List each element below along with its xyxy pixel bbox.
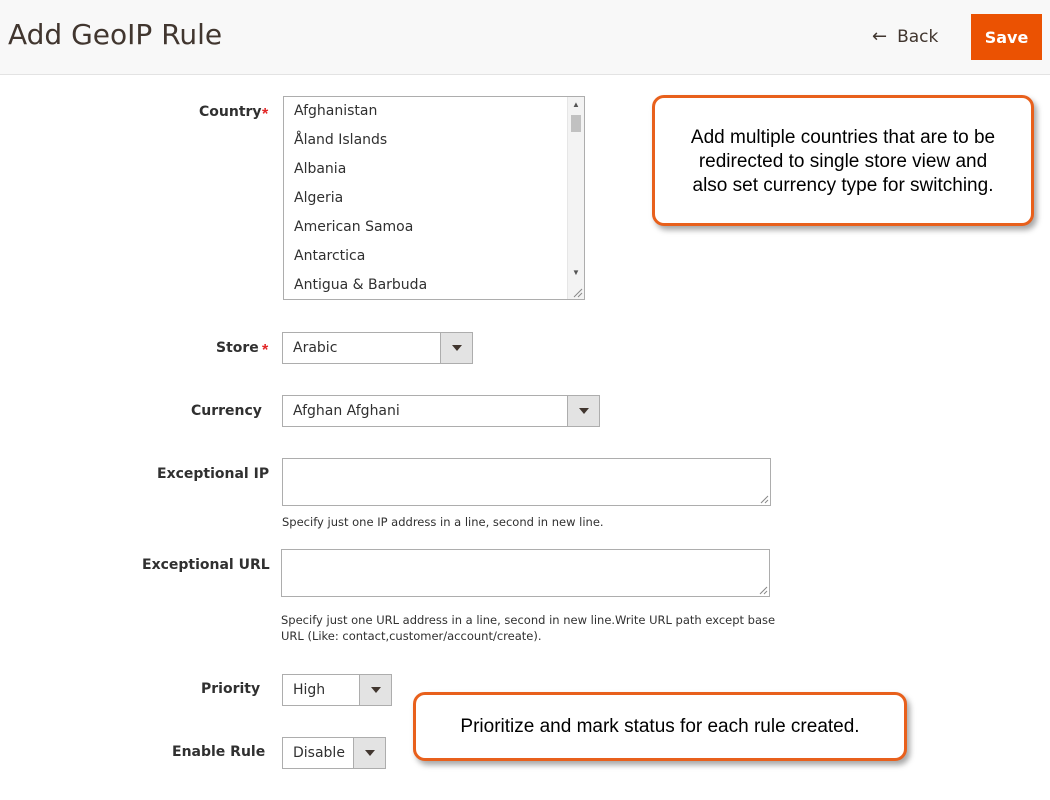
- store-label: Store: [216, 340, 259, 356]
- required-mark: *: [262, 342, 269, 359]
- enable-rule-label: Enable Rule: [172, 744, 266, 760]
- priority-label: Priority: [201, 681, 261, 697]
- page-header: Add GeoIP Rule ← Back Save: [0, 0, 1050, 75]
- chevron-down-icon: [579, 408, 589, 414]
- country-option[interactable]: Antarctica: [284, 242, 584, 271]
- page-title: Add GeoIP Rule: [8, 18, 223, 51]
- country-option[interactable]: Åland Islands: [284, 126, 584, 155]
- enable-rule-select[interactable]: Disable: [282, 737, 386, 769]
- resize-grip-icon[interactable]: [571, 286, 583, 298]
- store-value: Arabic: [293, 340, 338, 356]
- country-option[interactable]: Antigua & Barbuda: [284, 271, 584, 299]
- country-option[interactable]: Algeria: [284, 184, 584, 213]
- resize-grip-icon[interactable]: [759, 494, 769, 504]
- callout-line: also set currency type for switching.: [692, 175, 994, 196]
- country-multiselect[interactable]: Afghanistan Åland Islands Albania Algeria Am…: [283, 96, 585, 300]
- back-arrow-icon: ←: [872, 26, 888, 47]
- resize-grip-icon[interactable]: [758, 585, 768, 595]
- exceptional-url-label: Exceptional URL: [142, 557, 270, 573]
- countries-callout: Add multiple countries that are to be re…: [652, 95, 1034, 226]
- currency-value: Afghan Afghani: [293, 403, 400, 419]
- enable-rule-value: Disable: [293, 745, 345, 761]
- chevron-down-icon: [452, 345, 462, 351]
- currency-label: Currency: [191, 403, 262, 419]
- scroll-down-icon[interactable]: ▼: [568, 265, 584, 281]
- exceptional-url-textarea[interactable]: [281, 549, 770, 597]
- callout-line: Prioritize and mark status for each rule…: [460, 716, 860, 737]
- callout-line: redirected to single store view and: [698, 151, 988, 172]
- priority-value: High: [293, 682, 326, 698]
- back-button[interactable]: ← Back: [872, 26, 938, 47]
- country-scrollbar[interactable]: ▲ ▼: [567, 97, 584, 299]
- exceptional-url-note-line1: Specify just one URL address in a line, …: [281, 613, 776, 627]
- store-dropdown-button[interactable]: [440, 333, 472, 363]
- chevron-down-icon: [371, 687, 381, 693]
- scroll-thumb[interactable]: [571, 115, 581, 132]
- priority-dropdown-button[interactable]: [359, 675, 391, 705]
- country-option[interactable]: Albania: [284, 155, 584, 184]
- currency-select[interactable]: Afghan Afghani: [282, 395, 600, 427]
- exceptional-ip-label: Exceptional IP: [157, 466, 270, 482]
- back-label: Back: [897, 27, 939, 47]
- currency-dropdown-button[interactable]: [567, 396, 599, 426]
- store-select[interactable]: Arabic: [282, 332, 473, 364]
- country-options: Afghanistan Åland Islands Albania Algeria Am…: [284, 97, 584, 299]
- callout-line: Add multiple countries that are to be: [690, 127, 996, 148]
- priority-callout: Prioritize and mark status for each rule…: [413, 692, 907, 761]
- exceptional-ip-textarea[interactable]: [282, 458, 771, 506]
- chevron-down-icon: [365, 750, 375, 756]
- country-label: Country: [199, 104, 262, 120]
- exceptional-url-note-line2: URL (Like: contact,customer/account/crea…: [281, 629, 542, 643]
- enable-rule-dropdown-button[interactable]: [353, 738, 385, 768]
- country-option[interactable]: Afghanistan: [284, 97, 584, 126]
- priority-select[interactable]: High: [282, 674, 392, 706]
- exceptional-url-note: Specify just one URL address in a line, …: [281, 612, 775, 644]
- exceptional-ip-note: Specify just one IP address in a line, s…: [282, 515, 604, 529]
- required-mark: *: [262, 106, 269, 123]
- country-option[interactable]: American Samoa: [284, 213, 584, 242]
- save-button[interactable]: Save: [971, 14, 1042, 60]
- scroll-up-icon[interactable]: ▲: [568, 97, 584, 113]
